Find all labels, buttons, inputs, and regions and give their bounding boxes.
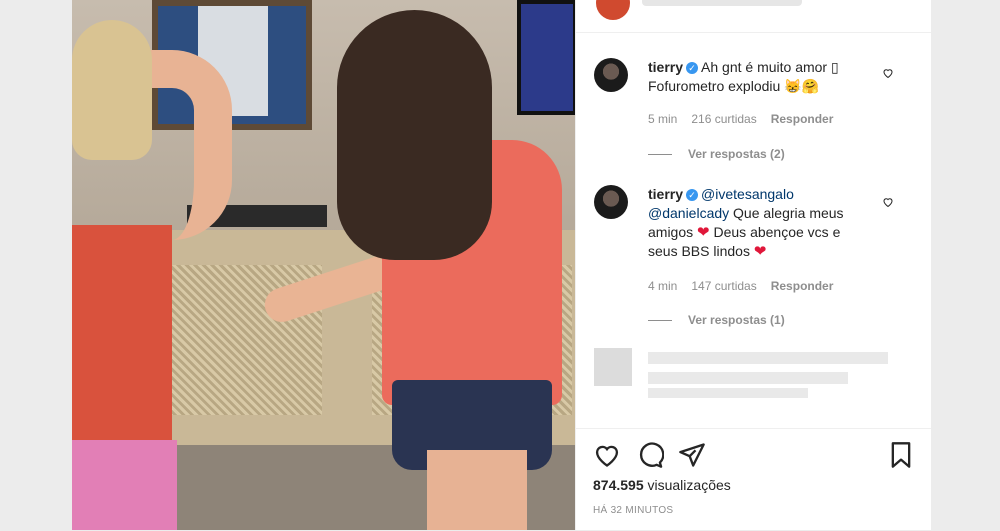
comment-meta: 4 min 147 curtidas Responder <box>648 279 847 293</box>
red-heart-emoji: ❤ <box>697 224 710 241</box>
child-right <box>260 10 575 530</box>
heart-outline-icon[interactable] <box>593 441 621 469</box>
comment-meta: 5 min 216 curtidas Responder <box>648 112 847 126</box>
comment-username[interactable]: tierry <box>648 186 683 202</box>
comment-username[interactable]: tierry <box>648 59 683 75</box>
instagram-post: tierry ✓ Ah gnt é muito amor ▯ Fofurometro… <box>72 0 931 530</box>
comment-like-icon[interactable] <box>882 196 894 208</box>
mention-link[interactable]: @ivetesangalo <box>701 186 794 202</box>
mention-link[interactable]: @danielcady <box>648 205 729 221</box>
bookmark-icon[interactable] <box>887 441 915 469</box>
comment-text: tierry ✓ @ivetesangalo @danielcady Que ale… <box>648 186 844 260</box>
post-video[interactable] <box>72 0 575 530</box>
share-plane-icon[interactable] <box>678 441 706 469</box>
reply-button[interactable]: Responder <box>771 112 834 126</box>
cat-hug-emoji: 😸🤗 <box>784 78 820 94</box>
comment-text: tierry ✓ Ah gnt é muito amor ▯ Fofurometro… <box>648 59 839 94</box>
verified-badge-icon: ✓ <box>686 62 699 74</box>
comment-time: 5 min <box>648 112 678 126</box>
comment-likes[interactable]: 147 curtidas <box>691 279 756 293</box>
comments-panel: tierry ✓ Ah gnt é muito amor ▯ Fofurometro… <box>575 0 931 530</box>
commenter-avatar[interactable] <box>594 58 628 92</box>
view-replies-button[interactable]: Ver respostas (1) <box>648 313 785 327</box>
child-left <box>72 20 232 530</box>
view-replies-button[interactable]: Ver respostas (2) <box>648 147 785 161</box>
commenter-avatar[interactable] <box>594 185 628 219</box>
comment-time: 4 min <box>648 279 678 293</box>
verified-badge-icon: ✓ <box>686 189 699 201</box>
comment-bubble-icon[interactable] <box>636 441 664 469</box>
post-actions: 874.595 visualizações HÁ 32 MINUTOS <box>576 428 931 531</box>
post-header <box>576 0 931 33</box>
unknown-glyph: ▯ <box>830 59 839 75</box>
post-timestamp: HÁ 32 MINUTOS <box>593 505 674 516</box>
comment-likes[interactable]: 216 curtidas <box>691 112 756 126</box>
author-avatar[interactable] <box>596 0 630 20</box>
view-count[interactable]: 874.595 visualizações <box>593 477 731 493</box>
reply-button[interactable]: Responder <box>771 279 834 293</box>
comment-like-icon[interactable] <box>882 67 894 79</box>
red-heart-emoji: ❤ <box>753 243 767 260</box>
